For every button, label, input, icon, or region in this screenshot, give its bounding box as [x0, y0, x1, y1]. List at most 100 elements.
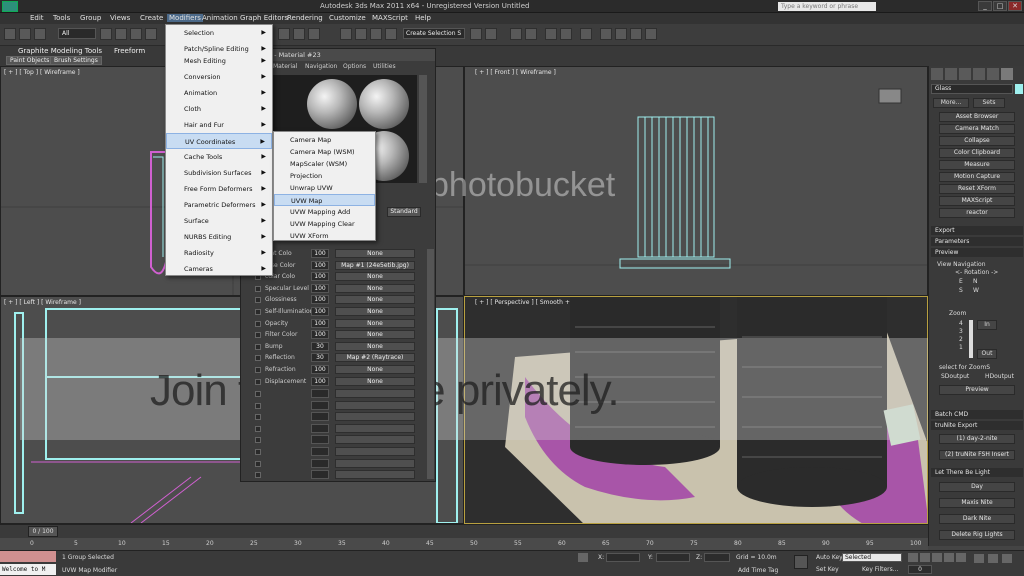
key-mode-dropdown[interactable]: Selected — [842, 553, 902, 562]
zoom-out-button[interactable]: Out — [977, 349, 997, 359]
mat-menu-material[interactable]: Material — [273, 63, 297, 70]
map-slot-button[interactable] — [335, 400, 415, 410]
menu-help[interactable]: Help — [415, 14, 431, 22]
map-amount-field[interactable]: 100 — [311, 260, 329, 270]
preview-button[interactable]: Preview — [939, 385, 1015, 395]
x-coordinate-field[interactable] — [606, 553, 640, 562]
map-slot-button[interactable] — [335, 412, 415, 422]
listener-output[interactable]: Welcome to M — [0, 564, 56, 575]
zoom-level[interactable]: 1 — [959, 344, 963, 351]
menu-tools[interactable]: Tools — [53, 14, 70, 22]
mat-menu-options[interactable]: Options — [343, 63, 366, 70]
map-enable-checkbox[interactable] — [255, 391, 261, 397]
motion-tab-icon[interactable] — [973, 68, 985, 80]
map-slot-button[interactable]: None — [335, 283, 415, 293]
select-by-name-icon[interactable] — [115, 28, 127, 40]
utility-button[interactable]: reactor — [939, 208, 1015, 218]
schematic-view-icon[interactable] — [560, 28, 572, 40]
modifiers-menu-item[interactable]: Cameras ▶ — [166, 261, 272, 277]
mirror-icon[interactable] — [470, 28, 482, 40]
hierarchy-tab-icon[interactable] — [959, 68, 971, 80]
more-button[interactable]: More... — [933, 98, 969, 108]
rollout-parameters[interactable]: Parameters — [931, 237, 1023, 246]
material-type-button[interactable]: Standard — [387, 207, 421, 217]
render-production-icon[interactable] — [630, 28, 642, 40]
y-coordinate-field[interactable] — [656, 553, 690, 562]
menu-rendering[interactable]: Rendering — [287, 14, 323, 22]
map-amount-field[interactable] — [311, 389, 329, 398]
play-icon[interactable] — [932, 553, 942, 562]
select-move-icon[interactable] — [278, 28, 290, 40]
rollout-preview[interactable]: Preview — [931, 248, 1023, 257]
menu-create[interactable]: Create — [140, 14, 163, 22]
map-amount-field[interactable] — [311, 423, 329, 433]
map-slot-button[interactable]: Map #2 (Raytrace) — [335, 353, 415, 363]
map-amount-field[interactable]: 100 — [311, 283, 329, 293]
auto-key-button[interactable]: Auto Key — [816, 554, 843, 561]
map-amount-field[interactable]: 30 — [311, 353, 329, 363]
rollout-let-there-be-light[interactable]: Let There Be Light — [931, 468, 1023, 477]
map-amount-field[interactable]: 100 — [311, 295, 329, 305]
menu-customize[interactable]: Customize — [329, 14, 366, 22]
uv-submenu-item[interactable]: Camera Map (WSM) — [274, 146, 375, 158]
current-frame-field[interactable]: 0 — [908, 565, 932, 574]
material-slot[interactable] — [359, 79, 409, 129]
selection-filter-dropdown[interactable]: All — [58, 28, 96, 39]
map-slot-button[interactable]: None — [335, 307, 415, 316]
sdoutput-option[interactable]: SDoutput — [941, 373, 969, 380]
z-coordinate-field[interactable] — [704, 553, 730, 562]
link-icon[interactable] — [34, 28, 46, 40]
map-amount-field[interactable] — [311, 458, 329, 468]
uv-submenu-item[interactable]: MapScaler (WSM) — [274, 158, 375, 170]
map-slot-button[interactable]: None — [335, 249, 415, 258]
modifiers-menu-item[interactable]: UV Coordinates ▶ — [166, 133, 272, 149]
trunite-fsh-insert-button[interactable]: (2) truNite FSH Insert — [939, 450, 1015, 460]
curve-editor-icon[interactable] — [545, 28, 557, 40]
app-logo-icon[interactable] — [2, 1, 18, 12]
map-slot-button[interactable]: Map #1 (24e5etib.jpg) — [335, 260, 415, 270]
map-slot-button[interactable]: None — [335, 318, 415, 328]
named-selection-sets-dropdown[interactable]: Create Selection S — [403, 28, 465, 39]
map-amount-field[interactable]: 100 — [311, 376, 329, 386]
map-slot-button[interactable]: None — [335, 376, 415, 386]
map-enable-checkbox[interactable] — [255, 378, 261, 385]
material-slot[interactable] — [307, 79, 357, 129]
tab-paint-objects[interactable]: Paint Objects — [6, 56, 54, 65]
modifiers-menu-item[interactable]: Subdivision Surfaces ▶ — [166, 165, 272, 181]
align-icon[interactable] — [485, 28, 497, 40]
rollout-trunite-export[interactable]: truNite Export — [931, 421, 1023, 430]
modifiers-menu-item[interactable]: Cache Tools ▶ — [166, 149, 272, 165]
close-button[interactable]: ✕ — [1008, 1, 1022, 11]
map-enable-checkbox[interactable] — [255, 343, 261, 350]
map-amount-field[interactable] — [311, 435, 329, 445]
select-scale-icon[interactable] — [308, 28, 320, 40]
modifiers-menu-item[interactable]: Selection ▶ — [166, 25, 272, 41]
slot-scrollbar[interactable] — [419, 75, 427, 183]
map-slot-button[interactable]: None — [335, 330, 415, 340]
map-slot-button[interactable] — [335, 423, 415, 433]
radio-w[interactable]: W — [973, 287, 979, 294]
zoom-slider[interactable] — [969, 320, 973, 358]
uv-submenu-item[interactable]: Projection — [274, 170, 375, 182]
map-amount-field[interactable] — [311, 470, 329, 480]
map-enable-checkbox[interactable] — [255, 367, 261, 373]
pan-view-icon[interactable] — [988, 554, 998, 563]
map-enable-checkbox[interactable] — [255, 355, 261, 362]
ribbon-freeform[interactable]: Freeform — [114, 47, 145, 55]
previous-frame-icon[interactable] — [920, 553, 930, 562]
modifiers-menu-item[interactable]: Hair and Fur ▶ — [166, 117, 272, 133]
menu-modifiers[interactable]: Modifiers — [167, 14, 203, 22]
map-slot-button[interactable] — [335, 435, 415, 445]
day-2-nite-button[interactable]: (1) day-2-nite — [939, 434, 1015, 444]
teapot-icon[interactable] — [645, 28, 657, 40]
utility-button[interactable]: Color Clipboard — [939, 148, 1015, 158]
day-button[interactable]: Day — [939, 482, 1015, 492]
delete-rig-lights-button[interactable]: Delete Rig Lights — [939, 530, 1015, 540]
map-slot-button[interactable] — [335, 470, 415, 480]
key-filters-button[interactable]: Key Filters... — [862, 566, 899, 573]
modifiers-menu-item[interactable]: Radiosity ▶ — [166, 245, 272, 261]
uv-submenu-item[interactable]: UVW Mapping Clear — [274, 218, 375, 230]
uv-submenu-item[interactable]: Unwrap UVW — [274, 182, 375, 194]
create-tab-icon[interactable] — [931, 68, 943, 80]
ribbon-title[interactable]: Graphite Modeling Tools — [18, 47, 102, 55]
